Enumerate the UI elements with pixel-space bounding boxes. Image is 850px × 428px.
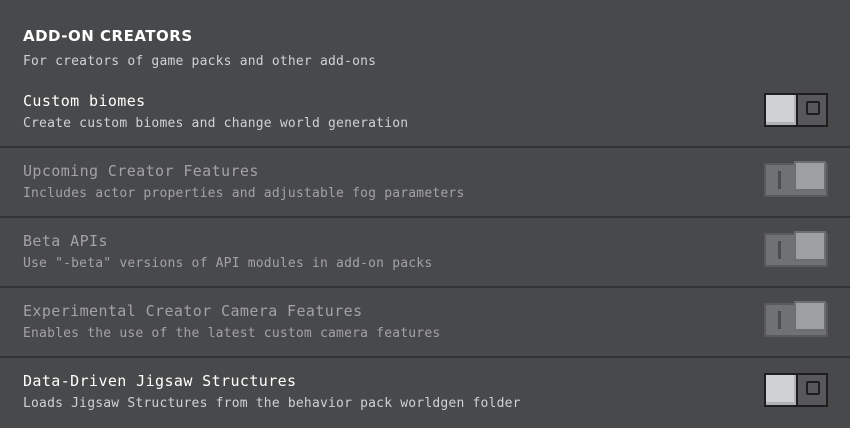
custom-biomes-toggle[interactable] <box>764 93 828 127</box>
section-header: ADD-ON CREATORS For creators of game pac… <box>0 0 850 78</box>
toggle-knob <box>794 161 826 191</box>
toggle-row-custom-biomes: Custom biomes Create custom biomes and c… <box>0 78 850 146</box>
toggle-row-experimental-creator-camera: Experimental Creator Camera Features Ena… <box>0 288 850 356</box>
toggle-on-icon <box>778 171 781 189</box>
toggle-on-icon <box>778 241 781 259</box>
experiments-panel: ADD-ON CREATORS For creators of game pac… <box>0 0 850 428</box>
upcoming-creator-features-toggle[interactable] <box>764 161 828 197</box>
toggle-description: Includes actor properties and adjustable… <box>23 186 465 201</box>
toggle-off-icon <box>806 101 820 115</box>
section-description: For creators of game packs and other add… <box>23 54 377 69</box>
toggle-row-data-driven-jigsaw: Data-Driven Jigsaw Structures Loads Jigs… <box>0 358 850 426</box>
toggle-knob <box>794 231 826 261</box>
beta-apis-toggle[interactable] <box>764 231 828 267</box>
data-driven-jigsaw-toggle[interactable] <box>764 373 828 407</box>
toggle-description: Create custom biomes and change world ge… <box>23 116 409 131</box>
toggle-title: Experimental Creator Camera Features <box>23 302 363 320</box>
toggle-title: Custom biomes <box>23 92 146 110</box>
toggle-knob <box>794 301 826 331</box>
toggle-knob <box>766 95 798 125</box>
toggle-description: Use "-beta" versions of API modules in a… <box>23 256 433 271</box>
toggle-title: Beta APIs <box>23 232 108 250</box>
experimental-creator-camera-toggle[interactable] <box>764 301 828 337</box>
toggle-row-upcoming-creator-features: Upcoming Creator Features Includes actor… <box>0 148 850 216</box>
toggle-knob <box>766 375 798 405</box>
toggle-title: Upcoming Creator Features <box>23 162 259 180</box>
toggle-title: Data-Driven Jigsaw Structures <box>23 372 297 390</box>
toggle-description: Enables the use of the latest custom cam… <box>23 326 441 341</box>
toggle-off-icon <box>806 381 820 395</box>
section-title: ADD-ON CREATORS <box>23 27 193 45</box>
toggle-description: Loads Jigsaw Structures from the behavio… <box>23 396 521 411</box>
toggle-on-icon <box>778 311 781 329</box>
toggle-row-beta-apis: Beta APIs Use "-beta" versions of API mo… <box>0 218 850 286</box>
